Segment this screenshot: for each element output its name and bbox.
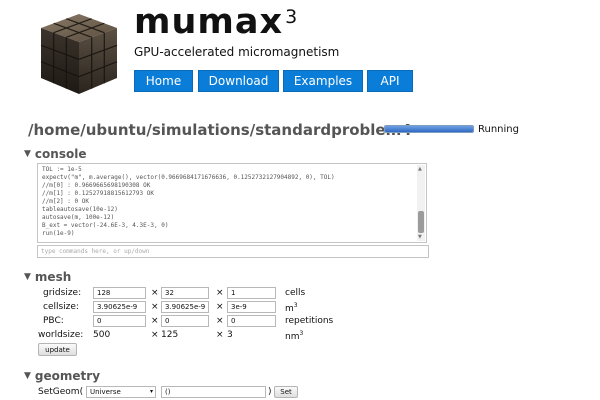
console-scrollbar[interactable]: ▲ ▼ — [417, 165, 425, 241]
pbc-y-input[interactable]: 0 — [161, 315, 209, 327]
collapse-triangle-icon: ▼ — [24, 371, 31, 381]
cellsize-label: cellsize: — [43, 302, 79, 312]
simulation-path-title: /home/ubuntu/simulations/standardproblem… — [28, 121, 412, 139]
gridsize-label: gridsize: — [43, 288, 82, 298]
dropdown-arrow-icon: ▾ — [149, 388, 153, 395]
console-line: autosave(m, 100e-12) — [42, 214, 115, 221]
geometry-section-header[interactable]: ▼ geometry — [24, 369, 100, 383]
collapse-triangle-icon: ▼ — [24, 272, 31, 282]
console-line: TOL := 1e-5 — [42, 166, 82, 173]
cellsize-z-input[interactable]: 3e-9 — [227, 301, 276, 313]
geometry-args-input[interactable]: () — [161, 386, 266, 398]
console-line: tableautosave(10e-12) — [42, 206, 118, 213]
console-line: //m[0] : 0.9669665698190308 OK — [42, 182, 151, 189]
console-section-title: console — [34, 147, 87, 161]
scroll-down-icon[interactable]: ▼ — [418, 234, 422, 240]
cube-logo-icon — [40, 14, 118, 94]
nav-download-button[interactable]: Download — [198, 70, 279, 92]
tagline: GPU-accelerated micromagnetism — [134, 45, 340, 59]
gridsize-z-input[interactable]: 1 — [227, 287, 276, 299]
worldsize-y-value: 125 — [161, 330, 179, 340]
geometry-shape-select[interactable]: Universe ▾ — [86, 386, 156, 398]
times-sign: × — [216, 288, 224, 298]
progress-bar — [384, 125, 474, 133]
console-line: //m[2] : 0 OK — [42, 198, 89, 205]
times-sign: × — [151, 316, 159, 326]
worldsize-unit-sup: 3 — [299, 330, 304, 337]
times-sign: × — [216, 316, 224, 326]
worldsize-unit-base: nm — [285, 332, 300, 342]
worldsize-z-value: 3 — [227, 330, 233, 340]
cellsize-unit-base: m — [285, 304, 294, 314]
pbc-z-input[interactable]: 0 — [227, 315, 276, 327]
console-output[interactable]: TOL := 1e-5 expectv("m", m.average(), vec… — [37, 163, 427, 243]
status-text: Running — [478, 124, 519, 135]
geometry-shape-value: Universe — [90, 388, 121, 396]
worldsize-label: worldsize: — [38, 330, 84, 340]
brand-title: mumax 3 — [134, 2, 298, 42]
times-sign: × — [151, 330, 159, 340]
gridsize-x-input[interactable]: 128 — [93, 287, 146, 299]
times-sign: × — [216, 302, 224, 312]
worldsize-unit: nm3 — [285, 330, 303, 342]
scroll-up-icon[interactable]: ▲ — [418, 166, 422, 172]
update-button[interactable]: update — [38, 343, 77, 356]
gridsize-y-input[interactable]: 32 — [161, 287, 209, 299]
pbc-unit: repetitions — [285, 316, 334, 326]
worldsize-x-value: 500 — [93, 330, 111, 340]
progress-fill — [385, 126, 473, 132]
cellsize-y-input[interactable]: 3.90625e-9 — [161, 301, 209, 313]
console-line: //m[1] : 0.12527918815612793 OK — [42, 190, 154, 197]
cellsize-unit: m3 — [285, 302, 298, 314]
times-sign: × — [216, 330, 224, 340]
gridsize-unit: cells — [285, 288, 306, 298]
brand-superscript: 3 — [285, 6, 299, 28]
console-lines: TOL := 1e-5 expectv("m", m.average(), vec… — [42, 166, 414, 238]
geometry-section-title: geometry — [34, 369, 101, 383]
cellsize-unit-sup: 3 — [293, 302, 298, 309]
cellsize-x-input[interactable]: 3.90625e-9 — [93, 301, 146, 313]
close-paren: ) — [268, 387, 272, 397]
times-sign: × — [151, 302, 159, 312]
scrollbar-thumb[interactable] — [418, 211, 424, 233]
console-line: expectv("m", m.average(), vector(0.96696… — [42, 174, 335, 181]
command-input[interactable]: type commands here, or up/down — [37, 245, 429, 258]
times-sign: × — [151, 288, 159, 298]
console-section-header[interactable]: ▼ console — [24, 147, 86, 161]
console-line: B_ext = vector(-24.6E-3, 4.3E-3, 0) — [42, 222, 169, 229]
nav-api-button[interactable]: API — [367, 70, 413, 92]
mesh-section-title: mesh — [34, 270, 72, 284]
pbc-label: PBC: — [43, 316, 64, 326]
pbc-x-input[interactable]: 0 — [93, 315, 146, 327]
console-line: run(1e-9) — [42, 230, 75, 237]
setgeom-label: SetGeom( — [38, 387, 84, 397]
brand-name: mumax — [134, 2, 284, 42]
mesh-section-header[interactable]: ▼ mesh — [24, 270, 71, 284]
set-geometry-button[interactable]: Set — [274, 386, 298, 398]
nav-examples-button[interactable]: Examples — [283, 70, 363, 92]
collapse-triangle-icon: ▼ — [24, 149, 31, 159]
nav-home-button[interactable]: Home — [134, 70, 193, 92]
